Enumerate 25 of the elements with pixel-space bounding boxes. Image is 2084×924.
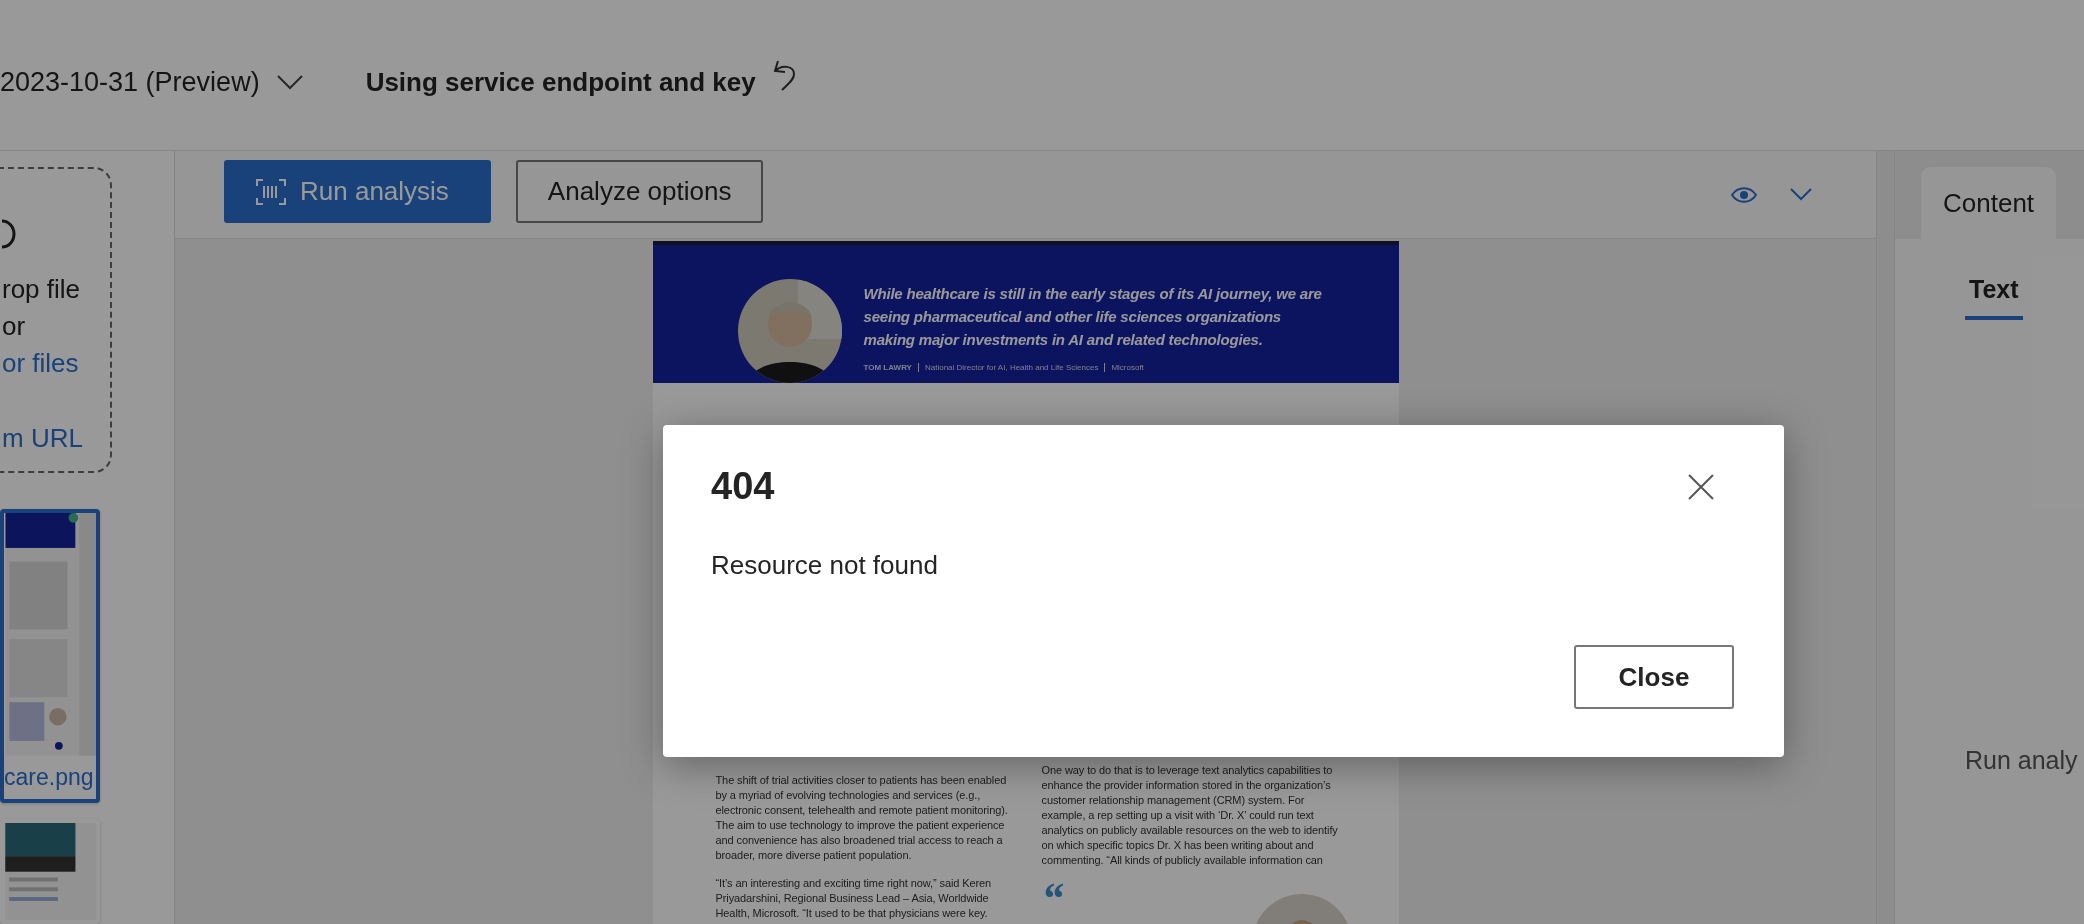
run-analysis-button[interactable]: Run analysis (224, 160, 491, 223)
text-tab[interactable]: Text (1965, 263, 2023, 320)
speaker-name: TOM LAWRY (863, 363, 912, 372)
dialog-title: 404 (711, 465, 775, 508)
from-url-link[interactable]: m URL (2, 420, 83, 457)
drop-zone-text: or (2, 310, 26, 343)
file-thumbnail[interactable]: care.png (0, 509, 100, 803)
empty-state-message: Run analy (1965, 746, 2079, 775)
paragraph: “It’s an interesting and exciting time right now,” said Keren Priyadarshini, Regional Business Lead – Asia, Worldwide Health, Microsoft. “It used to be that physicians were key. (715, 876, 993, 921)
paragraph: The shift of trial activities closer to patients has been enabled by a myriad of evolving technologies and services (e.g., electronic consent, telehealth and remote patient monitoring). The aim to use technology to improve the patient experience and convenience has also broadened trial access to reach a broader, more diverse patient population. (715, 773, 1009, 863)
paragraph: One way to do that is to leverage text analytics capabilities to enhance the provider information stored in the organization’s customer relationship management (CRM) system. For example, a rep setting up a visit with ‘Dr. X’ could run text analytics on publicly available resources on the web to identify on which specific topics Dr. X has been writing about and commenting. “All kinds of publicly available information can (1041, 763, 1339, 868)
browse-files-link[interactable]: or files (2, 345, 79, 382)
analyze-options-button[interactable]: Analyze options (515, 160, 764, 223)
speaker-company: Microsoft (1111, 363, 1144, 372)
speaker-role: National Director for AI, Health and Life Sciences (924, 363, 1099, 372)
auth-mode-label: Using service endpoint and key (365, 66, 756, 98)
quote-text: While healthcare is still in the early stages of its AI journey, we are seeing pharmaceutical and other life sciences organizations making major investments in AI and related technologies. (863, 284, 1323, 350)
drop-zone[interactable]: rop file or or files m URL (0, 167, 112, 474)
content-tab[interactable]: Content (1921, 167, 2057, 239)
close-button[interactable]: Close (1574, 645, 1734, 709)
api-version-dropdown[interactable]: 2023-10-31 (Preview) (0, 66, 260, 98)
dialog-message: Resource not found (711, 550, 939, 581)
file-name: care.png (4, 762, 94, 792)
drop-zone-text: rop file (2, 273, 81, 306)
quote-mark: “ (1041, 879, 1064, 919)
